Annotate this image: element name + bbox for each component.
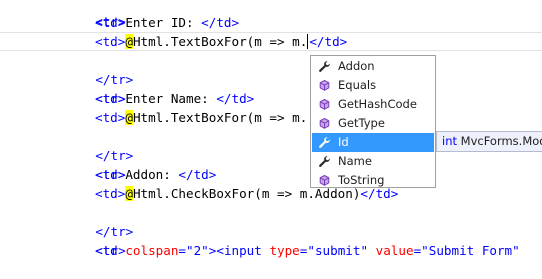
code-line: </tr> bbox=[65, 203, 133, 239]
text-content: Enter Name: bbox=[125, 91, 217, 106]
code-line: </tr> bbox=[65, 51, 133, 87]
completion-item-label: Id bbox=[338, 135, 349, 149]
completion-item-label: Addon bbox=[338, 59, 375, 73]
html-tag: </td> bbox=[216, 91, 255, 106]
text-content: Addon: bbox=[125, 167, 179, 182]
method-cube-icon bbox=[319, 174, 330, 186]
html-tag: <td bbox=[95, 243, 126, 258]
completion-item-name[interactable]: Name bbox=[312, 152, 434, 171]
html-tag: <td> bbox=[95, 167, 126, 182]
text-content: Enter ID: bbox=[125, 15, 202, 30]
attribute-name: colspan bbox=[125, 243, 179, 258]
html-tag: <td> bbox=[95, 110, 126, 125]
quickinfo-tooltip: int MvcForms.Mod bbox=[436, 131, 542, 152]
html-tag: <td> bbox=[95, 91, 126, 106]
completion-item-label: GetType bbox=[338, 116, 385, 130]
code-line: <td colspan="2"><input type="submit" val… bbox=[95, 241, 520, 260]
type-keyword: int bbox=[442, 134, 457, 148]
html-tag: <td> bbox=[95, 34, 126, 49]
code-line: <td>@Html.TextBoxFor(m => m. </td> bbox=[95, 32, 347, 51]
code-line: <td>Enter ID: </td> bbox=[95, 13, 239, 32]
html-tag: </td> bbox=[178, 167, 217, 182]
razor-code: Html.TextBoxFor(m => m. bbox=[132, 110, 308, 125]
completion-item-tostring[interactable]: ToString bbox=[312, 171, 434, 190]
completion-item-label: GetHashCode bbox=[338, 97, 417, 111]
completion-item-addon[interactable]: Addon bbox=[312, 57, 434, 76]
attribute-value: "Submit Form" bbox=[421, 243, 520, 258]
completion-item-label: Name bbox=[338, 154, 372, 168]
wrench-icon bbox=[319, 61, 330, 72]
attribute-name: value bbox=[375, 243, 414, 258]
code-editor[interactable]: <tr> <td>Enter ID: </td> <td>@Html.TextB… bbox=[0, 0, 542, 258]
html-tag: <td> bbox=[95, 186, 126, 201]
attribute-value: "2" bbox=[186, 243, 209, 258]
html-tag: </td> bbox=[201, 15, 240, 30]
member-signature: MvcForms.Mod bbox=[457, 134, 542, 148]
html-tag: </td> bbox=[309, 34, 348, 49]
attribute-name: type bbox=[269, 243, 300, 258]
code-line: <td>@Html.TextBoxFor(m => m. bbox=[95, 108, 307, 127]
code-line: <td>Addon: </td> bbox=[95, 165, 216, 184]
razor-at-symbol: @ bbox=[125, 186, 133, 201]
html-tag: <td> bbox=[95, 15, 126, 30]
wrench-icon bbox=[319, 137, 330, 148]
completion-item-label: Equals bbox=[338, 78, 377, 92]
code-line: <tr> bbox=[65, 70, 125, 106]
wrench-icon bbox=[319, 156, 330, 167]
element-name: input bbox=[223, 243, 270, 258]
attribute-value: "submit" bbox=[307, 243, 369, 258]
completion-item-equals[interactable]: Equals bbox=[312, 76, 434, 95]
completion-item-gettype[interactable]: GetType bbox=[312, 114, 434, 133]
code-line: <td>Enter Name: </td> bbox=[95, 89, 254, 108]
razor-code: Html.TextBoxFor(m => m. bbox=[132, 34, 308, 49]
intellisense-popup[interactable]: Addon Equals GetHashCode GetType Id Name bbox=[310, 55, 436, 188]
code-line: <tr> bbox=[65, 0, 125, 29]
equals-sign: = bbox=[178, 243, 187, 258]
razor-at-symbol: @ bbox=[125, 34, 133, 49]
razor-at-symbol: @ bbox=[125, 110, 133, 125]
completion-item-label: ToString bbox=[338, 173, 385, 187]
html-tag: >< bbox=[208, 243, 224, 258]
completion-item-gethashcode[interactable]: GetHashCode bbox=[312, 95, 434, 114]
method-cube-icon bbox=[319, 98, 330, 110]
completion-item-id[interactable]: Id bbox=[312, 133, 434, 152]
code-line: <tr> bbox=[65, 222, 125, 258]
method-cube-icon bbox=[319, 117, 330, 129]
method-cube-icon bbox=[319, 79, 330, 91]
code-line: <tr> bbox=[65, 146, 125, 182]
code-line: </tr> bbox=[65, 127, 133, 163]
